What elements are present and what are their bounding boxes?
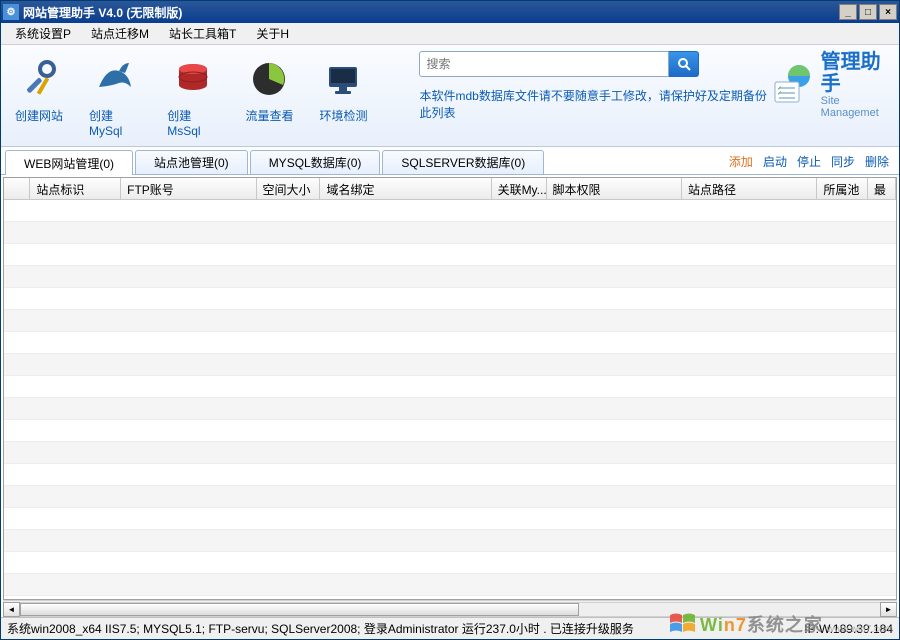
table-row[interactable]: [4, 376, 896, 398]
grid-column-header[interactable]: 关联My...: [492, 178, 547, 199]
menu-webmaster-tools[interactable]: 站长工具箱T: [159, 23, 246, 44]
grid-column-header[interactable]: 脚本权限: [547, 178, 682, 199]
table-row[interactable]: [4, 222, 896, 244]
grid-column-header[interactable]: [4, 178, 30, 199]
table-row[interactable]: [4, 486, 896, 508]
tab-mysql-db[interactable]: MYSQL数据库(0): [250, 150, 381, 174]
grid-header: 站点标识FTP账号空间大小域名绑定关联My...脚本权限站点路径所属池最: [4, 178, 896, 200]
grid-column-header[interactable]: 域名绑定: [320, 178, 491, 199]
table-row[interactable]: [4, 244, 896, 266]
logo-title-cn: 管理助手: [821, 51, 889, 95]
monitor-icon: [319, 55, 367, 103]
scroll-thumb[interactable]: [20, 603, 579, 616]
svg-text:✓: ✓: [777, 91, 782, 97]
pie-chart-icon: [245, 55, 293, 103]
toolbar: 创建网站 创建MySql 创建MsSql 流量查看 环境检测: [1, 45, 899, 147]
mysql-dolphin-icon: [91, 55, 139, 103]
tool-label: 创建MsSql: [167, 107, 219, 138]
table-row[interactable]: [4, 596, 896, 599]
grid-column-header[interactable]: 所属池: [817, 178, 868, 199]
data-grid: 站点标识FTP账号空间大小域名绑定关联My...脚本权限站点路径所属池最: [3, 177, 897, 600]
status-system-info: 系统win2008_x64 IIS7.5; MYSQL5.1; FTP-serv…: [7, 620, 804, 637]
action-add[interactable]: 添加: [729, 153, 753, 170]
grid-body: [4, 200, 896, 599]
create-mysql-button[interactable]: 创建MySql: [85, 51, 145, 142]
table-row[interactable]: [4, 530, 896, 552]
scroll-track[interactable]: [20, 602, 880, 617]
search-icon: [677, 57, 691, 71]
table-row[interactable]: [4, 552, 896, 574]
tab-sqlserver-db[interactable]: SQLSERVER数据库(0): [382, 150, 544, 174]
app-logo: ✓✓ 管理助手 Site Managemet: [769, 51, 889, 119]
traffic-view-button[interactable]: 流量查看: [241, 51, 297, 128]
create-mssql-button[interactable]: 创建MsSql: [163, 51, 223, 142]
menu-system-settings[interactable]: 系统设置P: [5, 23, 81, 44]
scroll-right-button[interactable]: ►: [880, 602, 897, 617]
globe-checklist-icon: ✓✓: [769, 62, 815, 108]
action-sync[interactable]: 同步: [831, 153, 855, 170]
horizontal-scrollbar[interactable]: ◄ ►: [3, 600, 897, 617]
close-button[interactable]: ×: [879, 4, 897, 20]
table-row[interactable]: [4, 420, 896, 442]
menu-about[interactable]: 关于H: [246, 23, 299, 44]
table-row[interactable]: [4, 310, 896, 332]
logo-title-en: Site Managemet: [821, 95, 889, 119]
statusbar: 系统win2008_x64 IIS7.5; MYSQL5.1; FTP-serv…: [1, 617, 899, 639]
menubar: 系统设置P 站点迁移M 站长工具箱T 关于H: [1, 23, 899, 45]
wrench-screwdriver-icon: [15, 55, 63, 103]
tab-web-management[interactable]: WEB网站管理(0): [5, 150, 133, 175]
table-row[interactable]: [4, 442, 896, 464]
grid-column-header[interactable]: 站点路径: [682, 178, 817, 199]
action-stop[interactable]: 停止: [797, 153, 821, 170]
search-button[interactable]: [669, 51, 699, 77]
grid-column-header[interactable]: 站点标识: [30, 178, 121, 199]
tabbar: WEB网站管理(0) 站点池管理(0) MYSQL数据库(0) SQLSERVE…: [1, 147, 899, 175]
scroll-left-button[interactable]: ◄: [3, 602, 20, 617]
tab-label: WEB网站管理(0): [24, 155, 114, 172]
app-icon: ⚙: [3, 4, 19, 20]
table-row[interactable]: [4, 354, 896, 376]
window-title: 网站管理助手 V4.0 (无限制版): [23, 4, 837, 21]
tool-label: 创建网站: [15, 107, 63, 124]
action-start[interactable]: 启动: [763, 153, 787, 170]
table-row[interactable]: [4, 574, 896, 596]
table-row[interactable]: [4, 398, 896, 420]
table-row[interactable]: [4, 266, 896, 288]
maximize-button[interactable]: □: [859, 4, 877, 20]
tool-label: 流量查看: [245, 107, 293, 124]
table-row[interactable]: [4, 332, 896, 354]
tab-label: MYSQL数据库(0): [269, 154, 362, 171]
table-row[interactable]: [4, 200, 896, 222]
tab-sitepool-management[interactable]: 站点池管理(0): [135, 150, 248, 174]
titlebar: ⚙ 网站管理助手 V4.0 (无限制版) _ □ ×: [1, 1, 899, 23]
status-ip: IP:W.189.39.184: [804, 622, 893, 636]
tab-label: 站点池管理(0): [154, 154, 229, 171]
grid-column-header[interactable]: 空间大小: [257, 178, 321, 199]
table-row[interactable]: [4, 288, 896, 310]
env-check-button[interactable]: 环境检测: [315, 51, 371, 128]
tool-label: 环境检测: [319, 107, 367, 124]
tool-label: 创建MySql: [89, 107, 141, 138]
menu-site-migration[interactable]: 站点迁移M: [81, 23, 159, 44]
table-row[interactable]: [4, 464, 896, 486]
db-cylinder-icon: [169, 55, 217, 103]
minimize-button[interactable]: _: [839, 4, 857, 20]
create-website-button[interactable]: 创建网站: [11, 51, 67, 128]
grid-column-header[interactable]: FTP账号: [121, 178, 256, 199]
search-input[interactable]: [419, 51, 669, 77]
tab-label: SQLSERVER数据库(0): [401, 154, 525, 171]
grid-column-header[interactable]: 最: [868, 178, 896, 199]
action-delete[interactable]: 删除: [865, 153, 889, 170]
table-row[interactable]: [4, 508, 896, 530]
toolbar-warning-text: 本软件mdb数据库文件请不要随意手工修改，请保护好及定期备份此列表: [419, 87, 768, 121]
